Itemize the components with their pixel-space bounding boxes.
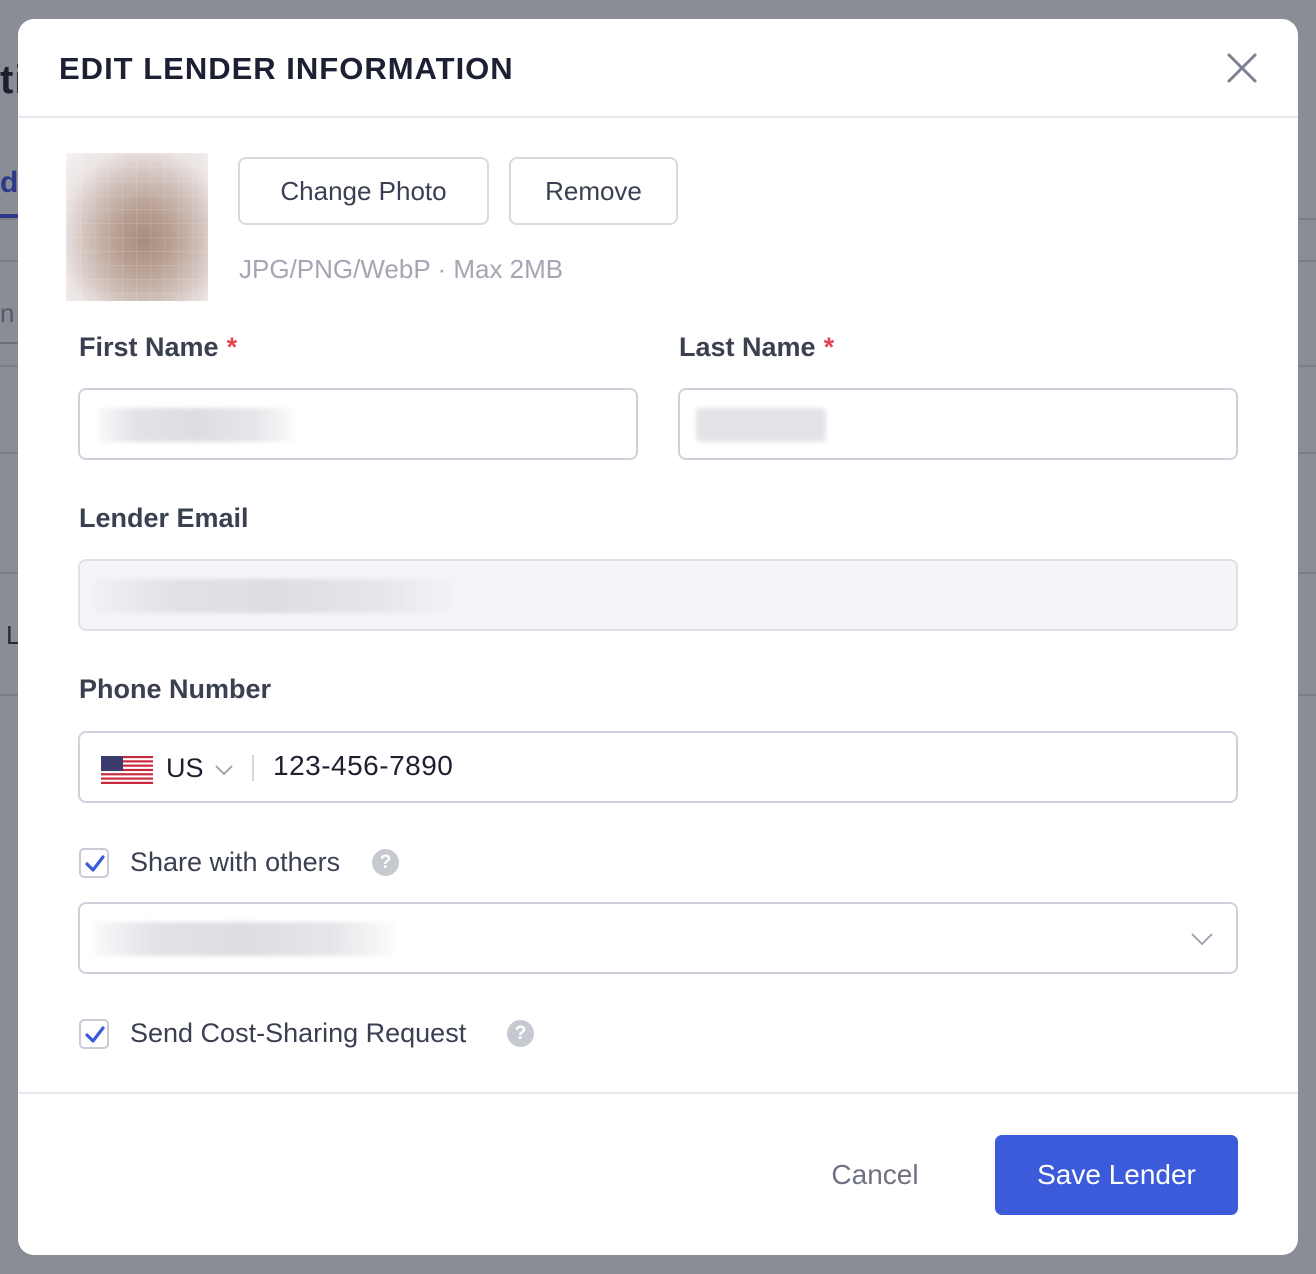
share-select[interactable] <box>78 902 1238 974</box>
change-photo-button[interactable]: Change Photo <box>238 157 489 225</box>
background-tab: d <box>0 166 19 199</box>
footer-divider <box>18 1092 1298 1094</box>
country-code: US <box>166 753 204 783</box>
help-icon[interactable]: ? <box>507 1020 534 1047</box>
close-icon[interactable] <box>1222 48 1262 88</box>
modal-header: EDIT LENDER INFORMATION <box>18 19 1298 118</box>
phone-number-value[interactable]: 123-456-7890 <box>273 750 453 782</box>
avatar <box>66 153 208 301</box>
edit-lender-modal: EDIT LENDER INFORMATION Change Photo Rem… <box>18 19 1298 1255</box>
photo-hint: JPG/PNG/WebP · Max 2MB <box>239 254 564 284</box>
checkmark-icon <box>85 855 105 872</box>
email-label: Lender Email <box>79 503 249 533</box>
redacted-value <box>94 922 394 956</box>
email-input[interactable] <box>78 559 1238 631</box>
last-name-label: Last Name * <box>679 332 835 362</box>
help-icon[interactable]: ? <box>372 849 399 876</box>
cost-sharing-label: Send Cost-Sharing Request <box>130 1018 467 1048</box>
redacted-value <box>94 579 454 613</box>
remove-photo-button[interactable]: Remove <box>509 157 678 225</box>
cancel-button[interactable]: Cancel <box>803 1135 947 1215</box>
chevron-down-icon <box>215 765 233 776</box>
required-mark: * <box>823 332 835 362</box>
phone-divider <box>252 755 254 781</box>
last-name-input[interactable] <box>678 388 1238 460</box>
share-label: Share with others <box>130 847 341 877</box>
phone-label: Phone Number <box>79 674 272 704</box>
us-flag-icon <box>101 756 153 784</box>
phone-input[interactable]: US 123-456-7890 <box>78 731 1238 803</box>
background-input: n <box>0 286 18 344</box>
share-checkbox[interactable] <box>79 848 109 878</box>
checkmark-icon <box>85 1026 105 1043</box>
chevron-down-icon <box>1191 933 1213 946</box>
cost-sharing-checkbox[interactable] <box>79 1019 109 1049</box>
modal-title: EDIT LENDER INFORMATION <box>59 51 514 86</box>
first-name-label: First Name * <box>79 332 238 362</box>
redacted-value <box>98 408 294 442</box>
save-lender-button[interactable]: Save Lender <box>995 1135 1238 1215</box>
redacted-value <box>696 408 826 442</box>
required-mark: * <box>226 332 238 362</box>
first-name-input[interactable] <box>78 388 638 460</box>
